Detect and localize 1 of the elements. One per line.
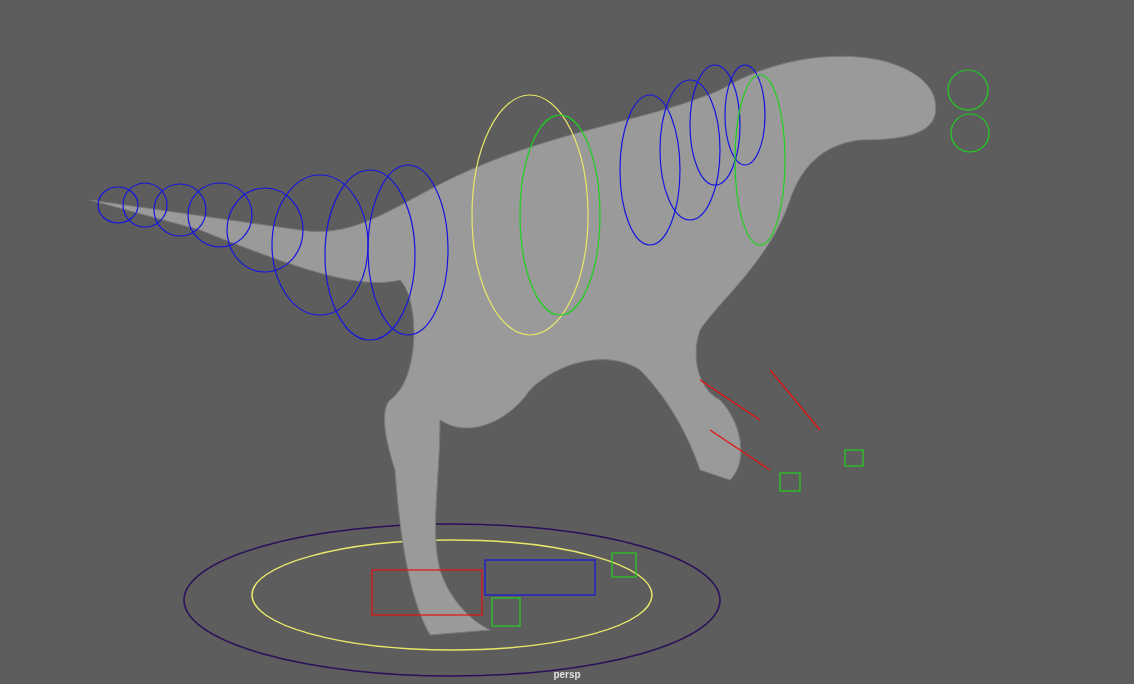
camera-label: persp [553,668,581,682]
